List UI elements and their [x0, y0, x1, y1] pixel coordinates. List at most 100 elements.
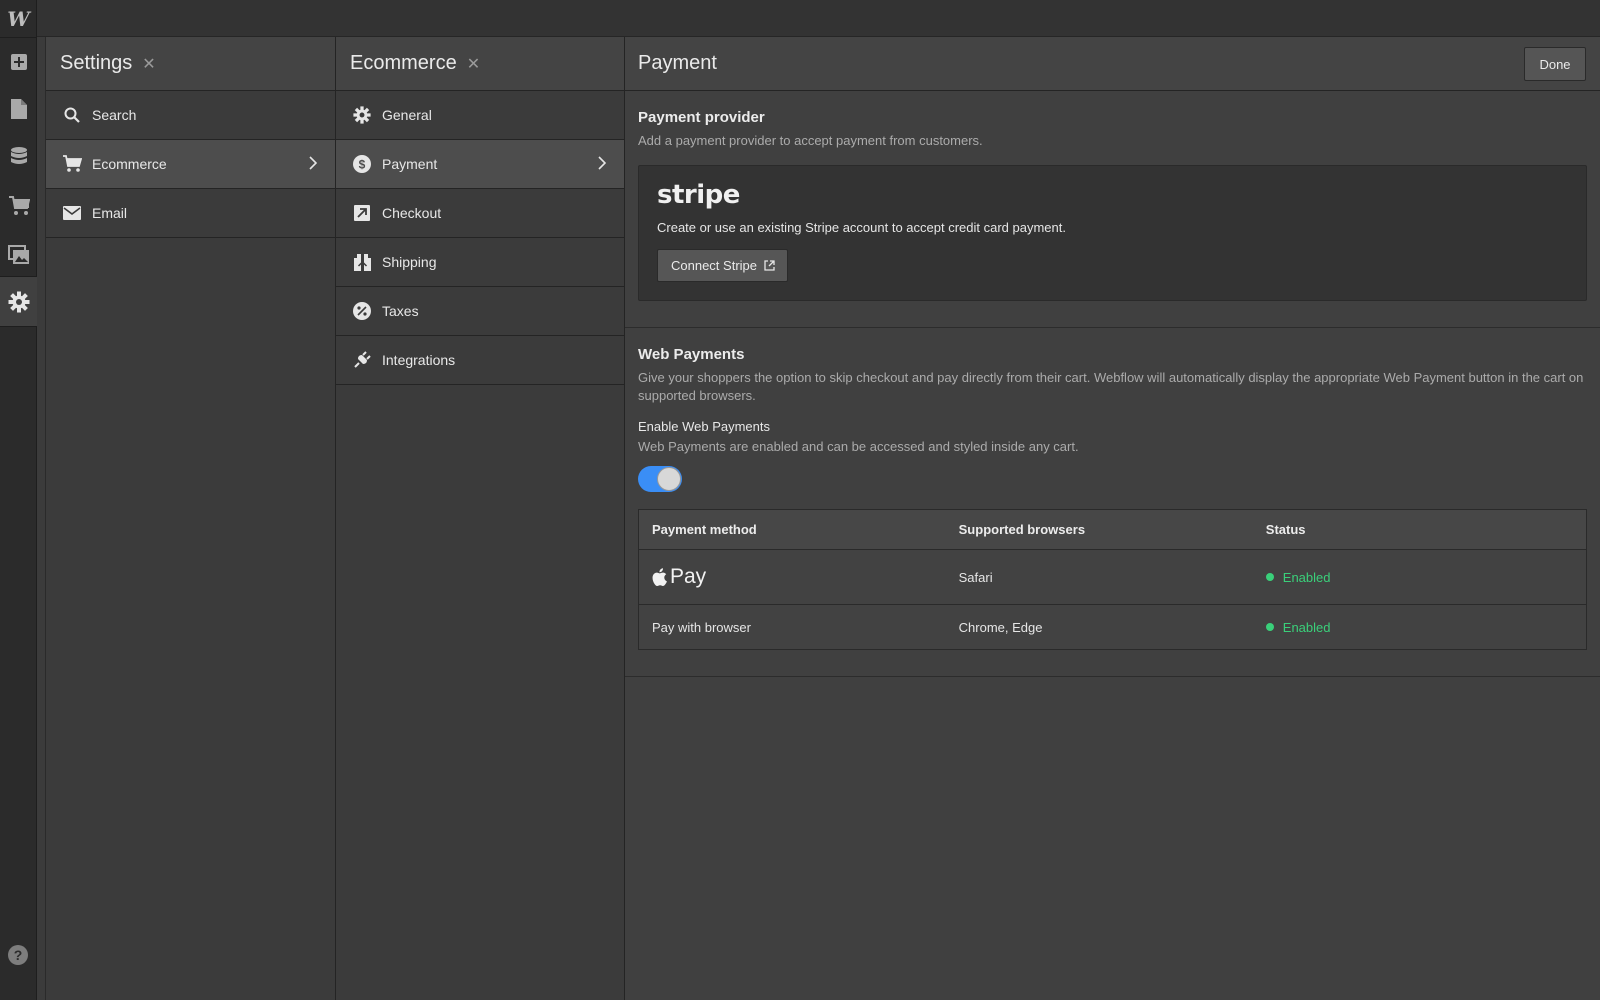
settings-item-ecommerce[interactable]: Ecommerce [46, 140, 335, 189]
svg-text:$: $ [359, 158, 366, 172]
cms-icon [10, 146, 27, 164]
column-header: Supported browsers [945, 509, 1253, 550]
ecommerce-item-payment[interactable]: $ Payment [336, 140, 624, 189]
webflow-logo[interactable]: W [0, 0, 37, 37]
ecommerce-item-label: Payment [382, 156, 438, 172]
ecommerce-panel-title: Ecommerce [350, 52, 457, 74]
payment-method-cell: Pay with browser [638, 604, 946, 650]
connect-stripe-label: Connect Stripe [671, 258, 757, 273]
settings-panel-header: Settings ✕ [46, 37, 335, 91]
page-title: Payment [638, 52, 717, 74]
checkout-arrow-icon [352, 203, 372, 223]
table-row: Pay Safari Enabled [638, 549, 1587, 605]
payment-method-cell: Pay [638, 549, 946, 605]
stripe-description: Create or use an existing Stripe account… [657, 220, 1066, 235]
ecommerce-item-label: General [382, 107, 432, 123]
stripe-card: stripe Create or use an existing Stripe … [638, 165, 1587, 301]
ecommerce-item-label: Integrations [382, 352, 456, 368]
stripe-logo: stripe [657, 180, 740, 210]
web-payments-toggle[interactable] [638, 466, 682, 492]
enable-web-payments-label: Enable Web Payments [638, 419, 770, 434]
add-panel-button[interactable] [0, 37, 37, 86]
done-button[interactable]: Done [1524, 47, 1586, 81]
gear-icon [352, 105, 372, 125]
settings-item-label: Ecommerce [92, 156, 167, 172]
toolbar-divider [0, 326, 37, 327]
ecommerce-panel-header: Ecommerce ✕ [336, 37, 624, 91]
settings-gear-icon [8, 291, 29, 312]
connect-stripe-button[interactable]: Connect Stripe [657, 249, 788, 282]
status-dot [1265, 573, 1274, 582]
percent-icon [352, 301, 372, 321]
chevron-right-icon [598, 156, 606, 170]
settings-item-email[interactable]: Email [46, 189, 335, 238]
ecommerce-item-label: Shipping [382, 254, 437, 270]
cms-panel-button[interactable] [0, 132, 37, 181]
panel-gutter [37, 37, 46, 1000]
settings-panel-title: Settings [60, 52, 133, 74]
status-dot [1265, 623, 1274, 632]
toggle-knob [657, 467, 681, 491]
search-icon [62, 105, 82, 125]
close-icon[interactable]: ✕ [467, 54, 480, 74]
column-header: Payment method [638, 509, 946, 550]
top-bar [37, 0, 1600, 37]
section-description: Give your shoppers the option to skip ch… [638, 370, 1584, 403]
logo-letter: W [7, 6, 30, 31]
payment-provider-section: Payment provider Add a payment provider … [625, 91, 1600, 328]
apple-icon [652, 568, 667, 586]
close-icon[interactable]: ✕ [142, 54, 155, 74]
table-header-row: Payment method Supported browsers Status [638, 509, 1587, 550]
settings-panel: Settings ✕ Search Ecommerce Email [46, 37, 336, 1000]
section-heading: Web Payments [638, 346, 745, 363]
add-icon [10, 53, 27, 70]
apple-pay-logo: Pay [652, 565, 706, 589]
ecommerce-panel: Ecommerce ✕ General $ Payment Checkout S… [336, 37, 625, 1000]
ecommerce-item-checkout[interactable]: Checkout [336, 189, 624, 238]
left-toolbar: W ? [0, 0, 37, 1000]
ecommerce-item-label: Checkout [382, 205, 442, 221]
assets-panel-button[interactable] [0, 230, 37, 279]
status-label: Enabled [1282, 569, 1331, 585]
external-link-icon [764, 260, 775, 271]
ecommerce-item-shipping[interactable]: Shipping [336, 238, 624, 287]
svg-text:?: ? [14, 947, 23, 963]
settings-item-search[interactable]: Search [46, 91, 335, 140]
enable-web-payments-description: Web Payments are enabled and can be acce… [638, 439, 1079, 454]
plug-icon [352, 350, 372, 370]
payment-methods-table: Payment method Supported browsers Status… [638, 509, 1587, 650]
pages-icon [10, 98, 27, 119]
help-icon[interactable]: ? [7, 944, 29, 966]
ecommerce-item-label: Taxes [382, 303, 419, 319]
browsers-cell: Safari [945, 549, 1253, 605]
column-header: Status [1252, 509, 1587, 550]
assets-icon [7, 244, 29, 264]
envelope-icon [62, 203, 82, 223]
section-heading: Payment provider [638, 109, 765, 126]
cart-icon [62, 154, 82, 174]
ecommerce-panel-button[interactable] [0, 181, 37, 230]
shipping-box-icon [352, 252, 372, 272]
status-label: Enabled [1282, 619, 1331, 635]
status-cell: Enabled [1252, 604, 1587, 650]
status-badge: Enabled [1265, 619, 1331, 635]
pages-panel-button[interactable] [0, 84, 37, 133]
web-payments-section: Web Payments Give your shoppers the opti… [625, 328, 1600, 677]
settings-item-label: Email [92, 205, 128, 221]
payment-settings: Payment Done Payment provider Add a paym… [625, 37, 1600, 1000]
table-row: Pay with browser Chrome, Edge Enabled [638, 604, 1587, 650]
ecommerce-cart-icon [8, 195, 30, 215]
dollar-icon: $ [352, 154, 372, 174]
ecommerce-item-general[interactable]: General [336, 91, 624, 140]
browsers-cell: Chrome, Edge [945, 604, 1253, 650]
settings-panel-button[interactable] [0, 277, 37, 326]
ecommerce-item-integrations[interactable]: Integrations [336, 336, 624, 385]
settings-item-label: Search [92, 107, 137, 123]
section-description: Add a payment provider to accept payment… [638, 133, 983, 148]
chevron-right-icon [309, 156, 317, 170]
ecommerce-item-taxes[interactable]: Taxes [336, 287, 624, 336]
status-badge: Enabled [1265, 569, 1331, 585]
status-cell: Enabled [1252, 549, 1587, 605]
payment-header: Payment Done [625, 37, 1600, 91]
apple-pay-text: Pay [670, 565, 707, 588]
